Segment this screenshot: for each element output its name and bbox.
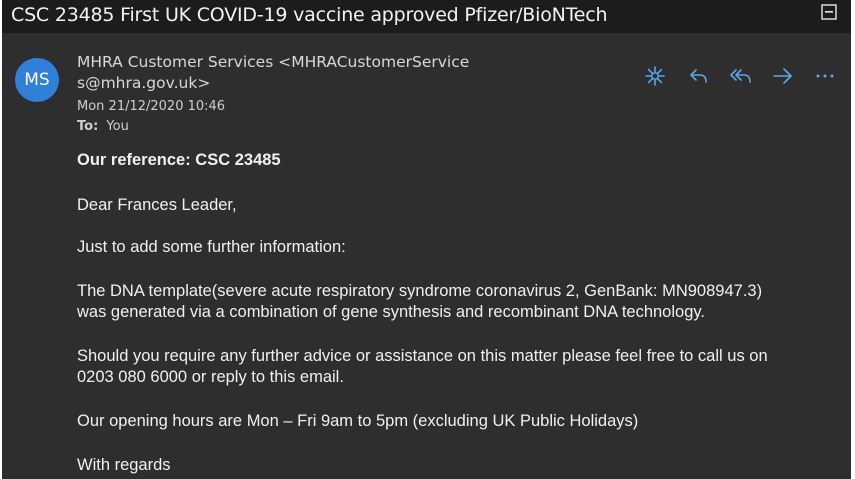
greeting: Dear Frances Leader, bbox=[77, 196, 237, 214]
to-label: To: bbox=[77, 119, 99, 134]
recipient-line: To: You bbox=[77, 119, 129, 134]
intro-paragraph: Just to add some further information: bbox=[77, 238, 346, 256]
reply-icon[interactable] bbox=[687, 64, 711, 88]
sender-line: MHRA Customer Services <MHRACustomerServ… bbox=[77, 53, 470, 71]
title-bar: CSC 23485 First UK COVID-19 vaccine appr… bbox=[2, 0, 851, 33]
advice-paragraph-line: 0203 080 6000 or reply to this email. bbox=[77, 368, 344, 386]
reference-line: Our reference: CSC 23485 bbox=[77, 151, 281, 169]
popout-icon[interactable] bbox=[821, 4, 837, 20]
sent-date: Mon 21/12/2020 10:46 bbox=[77, 99, 226, 114]
closing: With regards bbox=[77, 456, 171, 474]
dna-paragraph-line: was generated via a combination of gene … bbox=[77, 303, 705, 321]
dna-paragraph-line: The DNA template(severe acute respirator… bbox=[77, 282, 763, 300]
more-icon[interactable] bbox=[813, 64, 837, 88]
sparkle-icon[interactable] bbox=[643, 64, 667, 88]
opening-hours: Our opening hours are Mon – Fri 9am to 5… bbox=[77, 412, 639, 430]
email-subject: CSC 23485 First UK COVID-19 vaccine appr… bbox=[11, 4, 608, 26]
sender-line: s@mhra.gov.uk> bbox=[77, 74, 211, 92]
recipient-name[interactable]: You bbox=[106, 119, 128, 134]
reply-all-icon[interactable] bbox=[729, 64, 753, 88]
avatar: MS bbox=[15, 58, 59, 102]
sender-address[interactable]: MHRA Customer Services <MHRACustomerServ… bbox=[77, 52, 477, 94]
email-reading-pane: CSC 23485 First UK COVID-19 vaccine appr… bbox=[2, 0, 851, 479]
advice-paragraph-line: Should you require any further advice or… bbox=[77, 347, 768, 365]
forward-icon[interactable] bbox=[771, 64, 795, 88]
